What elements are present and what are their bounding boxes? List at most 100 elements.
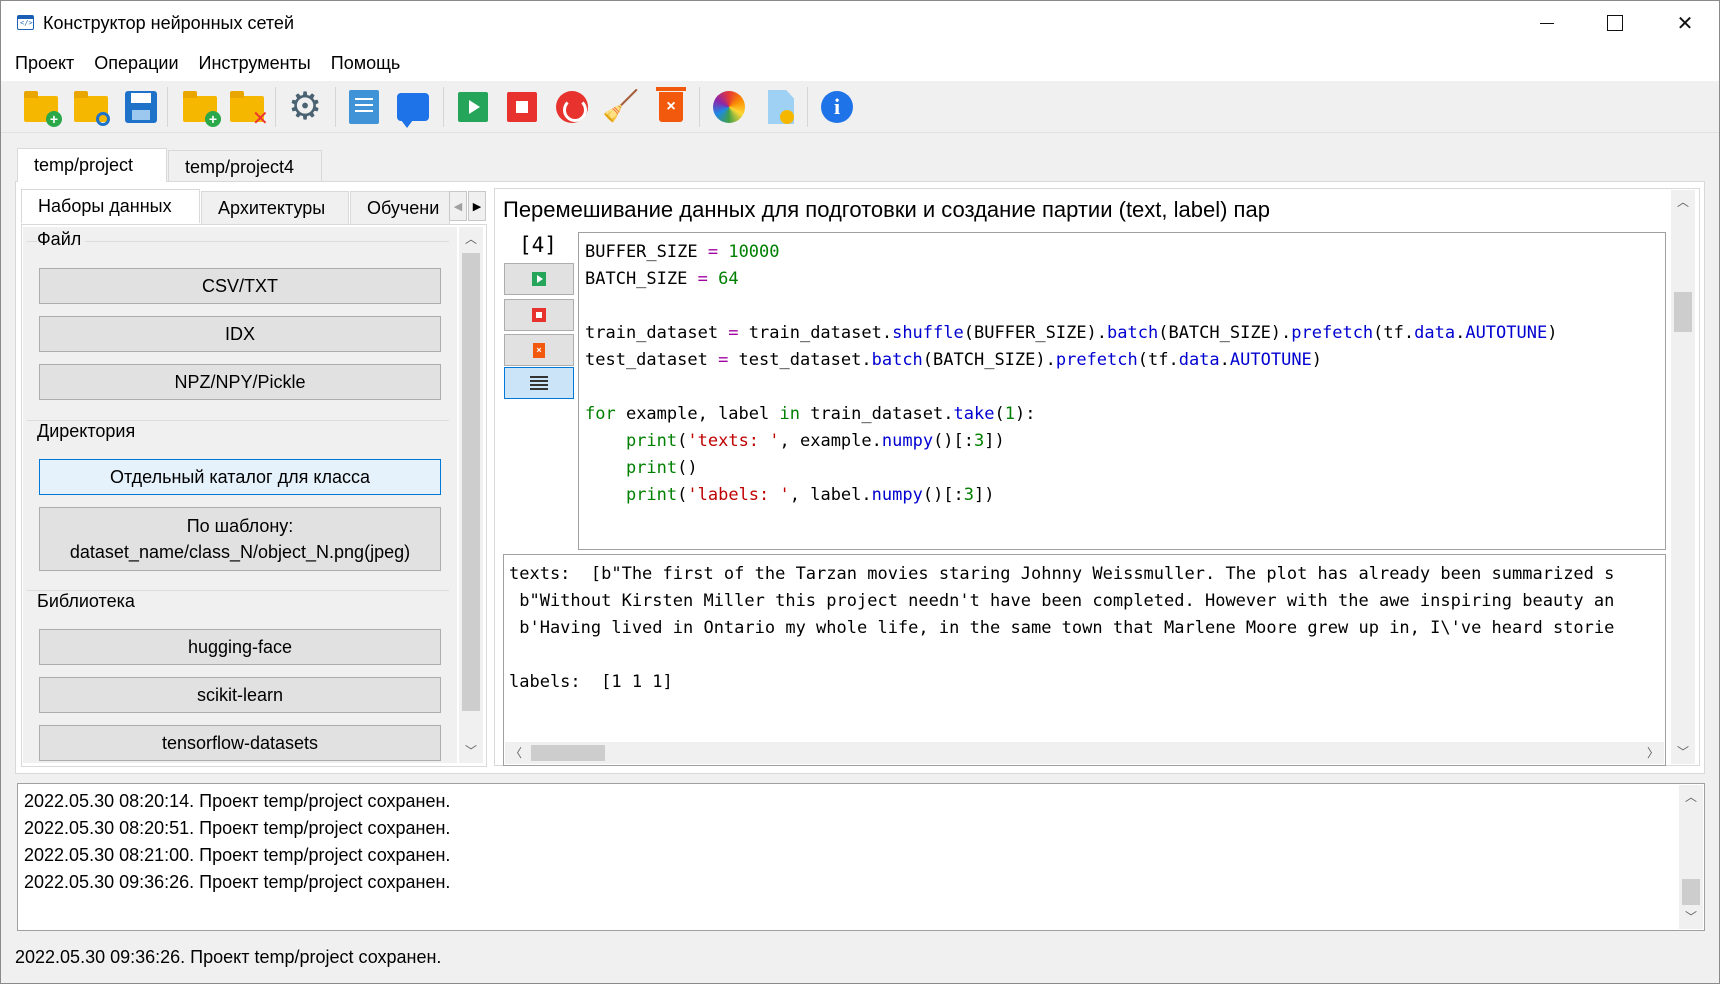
cell-output-toggle-button[interactable]: [504, 367, 574, 399]
info-icon: i: [821, 91, 853, 123]
stop-button[interactable]: [504, 89, 540, 125]
delete-cell-button[interactable]: ×: [653, 87, 689, 125]
scroll-left-icon[interactable]: 〈: [505, 742, 527, 764]
scroll-thumb[interactable]: [1682, 879, 1700, 905]
run-icon: [532, 272, 546, 286]
cell-delete-button[interactable]: ×: [504, 334, 574, 366]
template-button-line1: По шаблону:: [186, 516, 294, 536]
scroll-up-icon[interactable]: ︿: [1671, 190, 1695, 214]
new-project-button[interactable]: +: [23, 89, 62, 127]
maximize-button[interactable]: [1589, 1, 1641, 45]
log-entry: 2022.05.30 08:20:51. Проект temp/project…: [24, 818, 451, 838]
log-panel[interactable]: 2022.05.30 08:20:14. Проект temp/project…: [17, 783, 1705, 931]
add-folder-button[interactable]: +: [182, 89, 221, 127]
scroll-down-icon[interactable]: ﹀: [1671, 740, 1695, 764]
remove-folder-button[interactable]: ✕: [229, 89, 269, 129]
lines-icon: [530, 374, 548, 392]
status-bar: 2022.05.30 09:36:26. Проект temp/project…: [15, 947, 442, 967]
file-settings-icon: [768, 90, 794, 124]
menu-help[interactable]: Помощь: [321, 49, 411, 78]
add-folder-icon: +: [183, 91, 221, 127]
scroll-up-icon[interactable]: ︿: [459, 227, 483, 251]
chat-icon: [397, 93, 429, 128]
toolbar-separator: [443, 87, 444, 127]
tensorflow-datasets-button[interactable]: tensorflow-datasets: [39, 725, 441, 761]
clear-icon: 🧹: [602, 90, 640, 123]
output-hscrollbar[interactable]: 〈 〉: [505, 742, 1664, 764]
cell-stop-button[interactable]: [504, 299, 574, 331]
settings-button[interactable]: ⚙: [287, 88, 323, 126]
toolbar-separator: [275, 87, 276, 127]
cell-output[interactable]: texts: [b"The first of the Tarzan movies…: [503, 554, 1666, 766]
delete-icon: ×: [656, 87, 686, 122]
scroll-up-icon[interactable]: ︿: [1679, 785, 1703, 809]
toolbar: + + ✕ ⚙ 🧹 × i: [1, 81, 1719, 133]
toolbar-separator: [699, 87, 700, 127]
close-button[interactable]: ✕: [1659, 1, 1711, 45]
scroll-down-icon[interactable]: ﹀: [459, 739, 483, 763]
code-window-icon: </>: [17, 15, 34, 30]
menu-tools[interactable]: Инструменты: [189, 49, 321, 78]
class-folder-button[interactable]: Отдельный каталог для класса: [39, 459, 441, 495]
library-group-label: Библиотека: [37, 591, 139, 612]
code-line: BATCH_SIZE = 64: [585, 269, 739, 289]
code-editor[interactable]: BUFFER_SIZE = 10000 BATCH_SIZE = 64 trai…: [578, 232, 1666, 550]
datasets-scrollbar[interactable]: ︿ ﹀: [459, 227, 483, 763]
tab-temp-project4[interactable]: temp/project4: [168, 150, 322, 184]
template-folder-button[interactable]: По шаблону: dataset_name/class_N/object_…: [39, 507, 441, 571]
code-line: train_dataset = train_dataset.shuffle(BU…: [585, 323, 1558, 343]
restart-button[interactable]: [554, 89, 590, 125]
menu-operations[interactable]: Операции: [84, 49, 188, 78]
document-button[interactable]: [346, 89, 382, 125]
scroll-thumb[interactable]: [531, 745, 605, 761]
window-title: Конструктор нейронных сетей: [43, 13, 294, 33]
save-button[interactable]: [123, 89, 159, 125]
scikit-learn-button[interactable]: scikit-learn: [39, 677, 441, 713]
toolbar-separator: [167, 87, 168, 127]
code-line: for example, label in train_dataset.take…: [585, 404, 1036, 424]
scroll-thumb[interactable]: [462, 253, 480, 711]
menu-bar: Проект Операции Инструменты Помощь: [1, 45, 1719, 81]
notebook-scrollbar[interactable]: ︿ ﹀: [1671, 190, 1695, 764]
save-icon: [125, 91, 157, 123]
log-lines: 2022.05.30 08:20:14. Проект temp/project…: [24, 788, 450, 896]
minimize-button[interactable]: [1521, 1, 1573, 45]
log-scrollbar[interactable]: ︿ ﹀: [1679, 785, 1703, 929]
about-button[interactable]: i: [819, 89, 855, 125]
open-project-button[interactable]: [73, 89, 110, 126]
scroll-thumb[interactable]: [1674, 292, 1692, 332]
log-entry: 2022.05.30 08:21:00. Проект temp/project…: [24, 845, 451, 865]
run-button[interactable]: [455, 89, 491, 125]
scroll-down-icon[interactable]: ﹀: [1679, 905, 1703, 929]
tab-temp-project[interactable]: temp/project: [17, 148, 167, 182]
clear-output-button[interactable]: 🧹: [602, 89, 640, 125]
delete-icon: ×: [533, 342, 545, 358]
code-line: BUFFER_SIZE = 10000: [585, 242, 780, 262]
cell-run-button[interactable]: [504, 263, 574, 295]
new-project-icon: +: [24, 91, 62, 127]
theme-button[interactable]: [711, 89, 747, 125]
csv-txt-button[interactable]: CSV/TXT: [39, 268, 441, 304]
menu-project[interactable]: Проект: [5, 49, 84, 78]
tab-architectures[interactable]: Архитектуры: [201, 191, 349, 225]
run-icon: [458, 92, 488, 122]
cell-number: [4]: [519, 233, 557, 257]
npz-npy-pickle-button[interactable]: NPZ/NPY/Pickle: [39, 364, 441, 400]
file-settings-button[interactable]: [763, 89, 799, 125]
title-bar: </> Конструктор нейронных сетей ✕: [1, 1, 1719, 45]
tab-datasets[interactable]: Наборы данных: [21, 189, 200, 223]
remove-folder-icon: ✕: [230, 91, 269, 129]
tab-scroll-left-icon[interactable]: ◀: [449, 191, 467, 221]
restart-icon: [556, 91, 588, 123]
scroll-right-icon[interactable]: 〉: [1642, 742, 1664, 764]
tab-scroll-right-icon[interactable]: ▶: [468, 191, 486, 221]
hugging-face-button[interactable]: hugging-face: [39, 629, 441, 665]
idx-button[interactable]: IDX: [39, 316, 441, 352]
output-line: texts: [b"The first of the Tarzan movies…: [509, 564, 1615, 584]
comment-button[interactable]: [395, 89, 431, 128]
output-line: labels: [1 1 1]: [509, 672, 673, 692]
tab-training[interactable]: Обучени: [350, 191, 450, 225]
